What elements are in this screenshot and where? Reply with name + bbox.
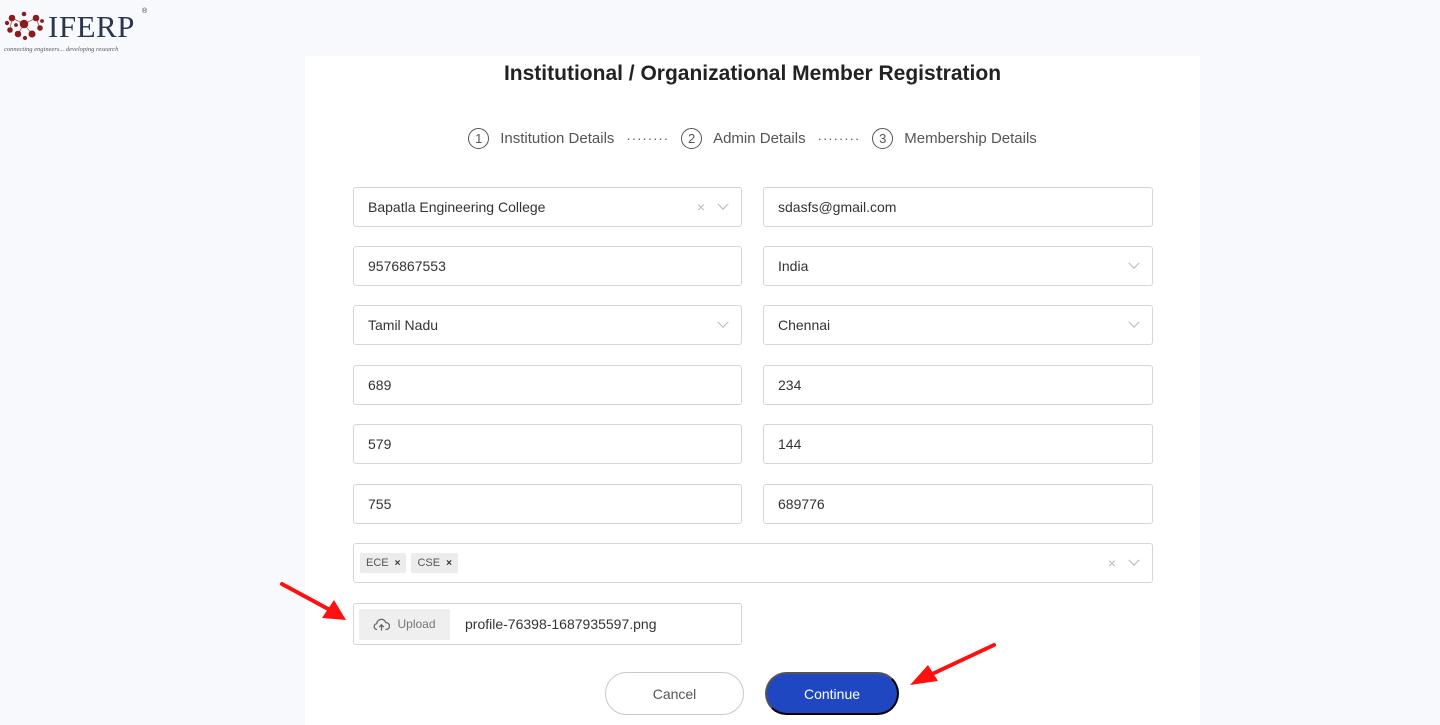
state-select[interactable]: Tamil Nadu <box>353 305 742 345</box>
field-value: 755 <box>368 496 392 512</box>
city-value: Chennai <box>778 317 831 333</box>
step-separator: ········ <box>626 131 670 146</box>
chevron-down-icon[interactable] <box>717 198 729 210</box>
upload-button[interactable]: Upload <box>359 608 450 640</box>
chevron-down-icon[interactable] <box>1128 257 1140 269</box>
country-value: India <box>778 258 809 274</box>
step-number: 3 <box>872 128 894 149</box>
state-value: Tamil Nadu <box>368 317 439 333</box>
institution-select[interactable]: Bapatla Engineering College × <box>353 187 742 227</box>
cancel-button[interactable]: Cancel <box>605 672 744 715</box>
email-field[interactable]: sdasfs@gmail.com <box>763 187 1153 227</box>
country-select[interactable]: India <box>763 246 1153 286</box>
step-number: 1 <box>468 128 490 149</box>
page-title: Institutional / Organizational Member Re… <box>503 62 1002 85</box>
step-separator: ········ <box>817 131 861 146</box>
field-value: 144 <box>778 436 802 452</box>
registration-card: Institutional / Organizational Member Re… <box>305 56 1200 725</box>
logo-text: IFERP <box>48 9 135 44</box>
phone-field[interactable]: 9576867553 <box>353 246 742 286</box>
logo-tagline: connecting engineers... developing resea… <box>4 46 119 53</box>
field-value: 579 <box>368 436 392 452</box>
institution-value: Bapatla Engineering College <box>368 199 546 215</box>
upload-label: Upload <box>397 617 436 631</box>
uploaded-file-name: profile-76398-1687935597.png <box>465 616 657 632</box>
file-upload-field: Upload profile-76398-1687935597.png <box>353 603 742 645</box>
remove-tag-icon[interactable]: × <box>395 558 401 569</box>
phone-value: 9576867553 <box>368 258 446 274</box>
step-label: Institution Details <box>500 130 615 147</box>
step-membership-details[interactable]: 3 Membership Details <box>872 128 1037 149</box>
numeric-field[interactable]: 755 <box>353 484 742 524</box>
chevron-down-icon[interactable] <box>1128 316 1140 328</box>
chevron-down-icon[interactable] <box>1128 554 1140 566</box>
remove-tag-icon[interactable]: × <box>446 558 452 569</box>
field-value: 689776 <box>778 496 825 512</box>
numeric-field[interactable]: 579 <box>353 424 742 464</box>
clear-icon[interactable]: × <box>1108 555 1116 571</box>
city-select[interactable]: Chennai <box>763 305 1153 345</box>
tag-chip: ECE × <box>360 553 407 573</box>
tag-chip: CSE × <box>411 553 458 573</box>
step-admin-details[interactable]: 2 Admin Details <box>681 128 806 149</box>
tag-label: CSE <box>417 557 441 569</box>
field-value: 234 <box>778 377 802 393</box>
step-institution-details[interactable]: 1 Institution Details <box>468 128 614 149</box>
step-number: 2 <box>681 128 703 149</box>
iferp-logo[interactable]: IFERP ® connecting engineers... developi… <box>4 6 150 54</box>
step-label: Membership Details <box>904 130 1037 147</box>
continue-button[interactable]: Continue <box>765 672 899 715</box>
stepper: 1 Institution Details ········ 2 Admin D… <box>305 128 1200 149</box>
logo-network-icon <box>4 11 44 41</box>
email-value: sdasfs@gmail.com <box>778 199 897 215</box>
cloud-upload-icon <box>374 618 391 630</box>
chevron-down-icon[interactable] <box>717 316 729 328</box>
step-label: Admin Details <box>713 130 806 147</box>
numeric-field[interactable]: 689 <box>353 365 742 405</box>
field-value: 689 <box>368 377 392 393</box>
departments-multiselect[interactable]: ECE × CSE × × <box>353 543 1153 583</box>
numeric-field[interactable]: 144 <box>763 424 1153 464</box>
numeric-field[interactable]: 234 <box>763 365 1153 405</box>
registered-mark: ® <box>142 8 148 15</box>
tag-label: ECE <box>366 557 389 569</box>
clear-icon[interactable]: × <box>697 199 705 215</box>
numeric-field[interactable]: 689776 <box>763 484 1153 524</box>
